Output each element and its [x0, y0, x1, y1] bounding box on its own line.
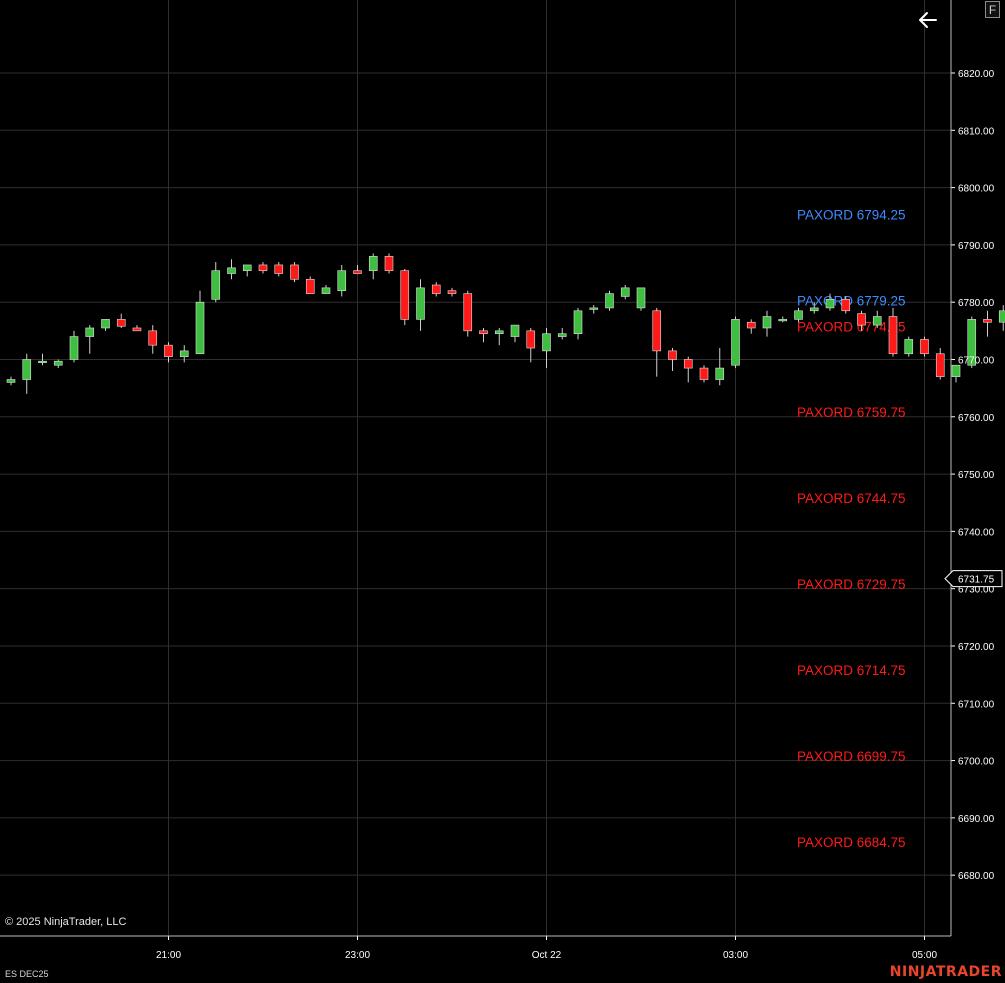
- candle-body: [274, 264, 284, 274]
- candle-body: [888, 316, 898, 355]
- candle-body: [321, 287, 331, 294]
- candle-body: [951, 364, 961, 377]
- candle-body: [69, 336, 79, 360]
- order-level-label: PAXORD 6744.75: [797, 491, 906, 506]
- candle-body: [652, 310, 662, 352]
- copyright-text: © 2025 NinjaTrader, LLC: [5, 916, 127, 928]
- y-tick-label: 6710.00: [958, 699, 995, 710]
- candle-body: [762, 316, 772, 329]
- candle-body: [573, 310, 583, 335]
- candle-body: [557, 333, 567, 337]
- candle-body: [416, 287, 425, 320]
- candle-body: [872, 316, 882, 326]
- candle-body: [38, 360, 47, 364]
- price-chart[interactable]: PAXORD 6794.25PAXORD 6779.25PAXORD 6774.…: [0, 0, 1005, 983]
- order-level-label: PAXORD 6714.75: [797, 663, 906, 678]
- x-tick-label: 21:00: [156, 950, 181, 961]
- candle-body: [305, 278, 315, 294]
- y-tick-label: 6770.00: [958, 355, 995, 366]
- candle-body: [101, 319, 110, 329]
- candle-body: [715, 367, 725, 380]
- candle-body: [53, 360, 63, 366]
- candle-body: [668, 350, 677, 360]
- order-level-label: PAXORD 6699.75: [797, 749, 906, 764]
- y-tick-label: 6750.00: [958, 470, 995, 481]
- candle-body: [148, 330, 158, 346]
- candle-body: [463, 293, 473, 332]
- arrow-left-icon: [919, 12, 937, 28]
- candle-body: [290, 264, 299, 280]
- y-tick-label: 6690.00: [958, 814, 995, 825]
- candle-body: [542, 333, 551, 352]
- candle-body: [809, 307, 819, 312]
- candle-body: [431, 284, 441, 294]
- y-tick-label: 6700.00: [958, 757, 995, 768]
- candle-body: [605, 293, 614, 309]
- candle-body: [920, 339, 929, 355]
- candle-body: [699, 367, 709, 380]
- order-level-label: PAXORD 6794.25: [797, 208, 906, 223]
- candle-body: [85, 327, 95, 337]
- candle-body: [794, 310, 803, 320]
- order-level-label: PAXORD 6729.75: [797, 577, 906, 592]
- last-price-label: 6731.75: [958, 575, 995, 586]
- fullscreen-button[interactable]: F: [985, 1, 1000, 18]
- order-level-label: PAXORD 6684.75: [797, 835, 906, 850]
- candle-body: [337, 270, 347, 292]
- candle-body: [983, 319, 992, 323]
- candle-body: [494, 330, 504, 335]
- candle-body: [242, 264, 252, 271]
- candle-body: [825, 299, 835, 309]
- ninjatrader-logo: NINJATRADER: [889, 964, 1002, 980]
- candle-body: [683, 359, 693, 369]
- candle-body: [998, 310, 1005, 323]
- candle-body: [479, 330, 488, 335]
- candle-body: [857, 313, 866, 326]
- y-tick-label: 6800.00: [958, 184, 995, 195]
- candle-body: [904, 339, 914, 355]
- instrument-name: ES DEC25: [5, 969, 49, 979]
- y-tick-label: 6820.00: [958, 69, 995, 80]
- y-tick-label: 6680.00: [958, 871, 995, 882]
- x-tick-label: Oct 22: [532, 950, 562, 961]
- candle-body: [164, 344, 173, 357]
- candle-body: [510, 324, 520, 337]
- candle-body: [400, 270, 410, 320]
- x-tick-label: 23:00: [345, 950, 370, 961]
- candle-body: [227, 267, 236, 274]
- candle-body: [620, 287, 630, 297]
- candle-body: [841, 299, 851, 312]
- candle-body: [353, 270, 362, 274]
- y-tick-label: 6810.00: [958, 126, 995, 137]
- candle-body: [526, 330, 536, 349]
- candle-body: [384, 256, 394, 271]
- y-tick-label: 6720.00: [958, 642, 995, 653]
- candle-body: [116, 319, 126, 327]
- y-tick-label: 6790.00: [958, 241, 995, 252]
- candle-body: [195, 301, 205, 355]
- candle-body: [636, 287, 646, 309]
- x-tick-label: 03:00: [723, 950, 748, 961]
- candle-body: [731, 319, 740, 366]
- y-tick-label: 6780.00: [958, 298, 995, 309]
- candle-body: [132, 327, 142, 332]
- candle-body: [258, 264, 268, 271]
- order-level-label: PAXORD 6779.25: [797, 293, 906, 308]
- candle-body: [746, 321, 756, 329]
- candle-body: [589, 307, 599, 310]
- candle-body: [778, 319, 788, 322]
- candle-body: [368, 256, 378, 271]
- candle-body: [22, 359, 32, 380]
- x-tick-label: 05:00: [912, 950, 937, 961]
- y-tick-label: 6760.00: [958, 413, 995, 424]
- candle-body: [6, 379, 16, 383]
- y-tick-label: 6740.00: [958, 527, 995, 538]
- candle-body: [935, 353, 945, 377]
- candle-body: [211, 270, 221, 300]
- back-arrow-button[interactable]: [916, 8, 940, 32]
- order-level-label: PAXORD 6759.75: [797, 405, 906, 420]
- candle-body: [447, 290, 457, 294]
- candle-body: [179, 350, 189, 357]
